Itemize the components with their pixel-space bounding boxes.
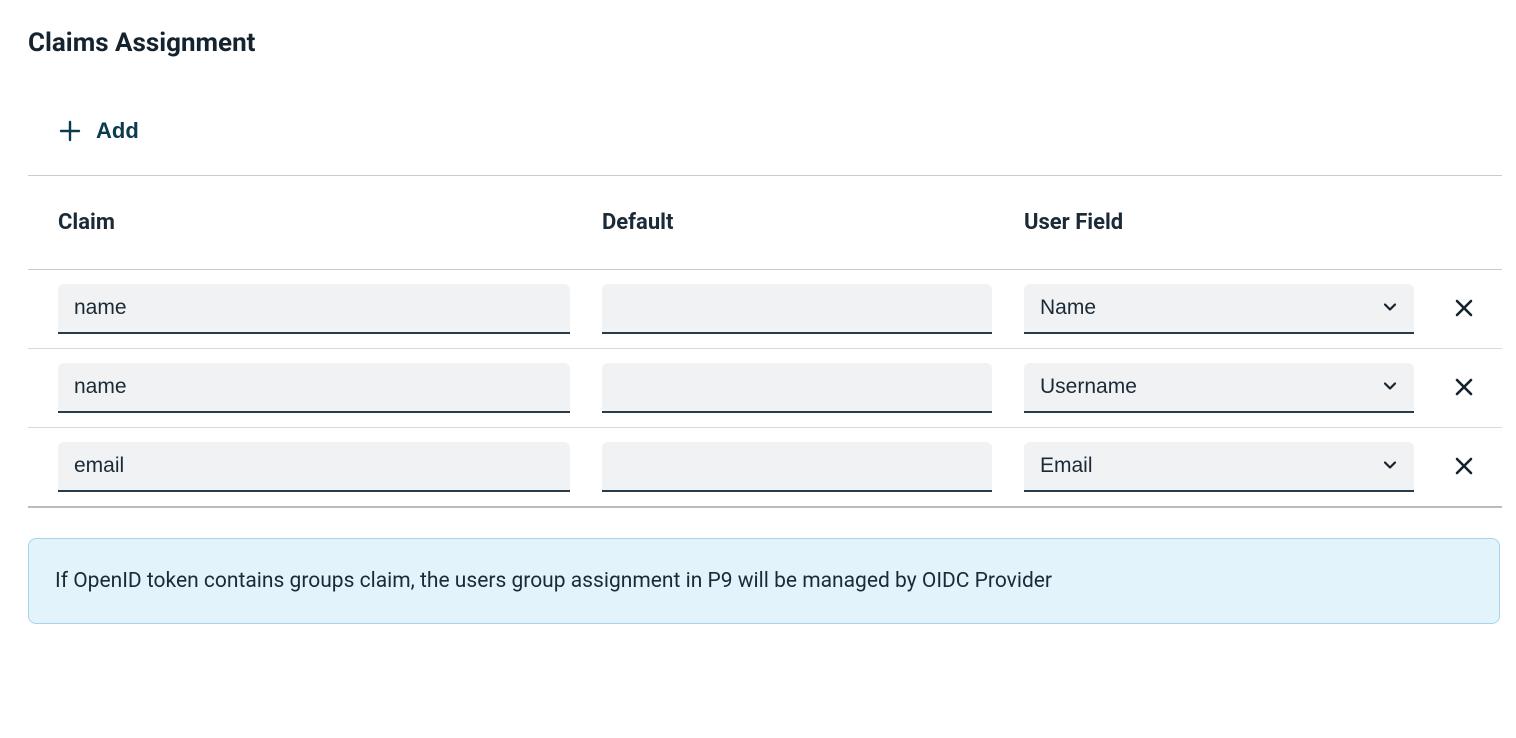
add-button[interactable]: Add	[58, 118, 139, 144]
remove-row-button[interactable]	[1444, 367, 1484, 410]
claim-input[interactable]	[58, 363, 570, 413]
header-default: Default	[602, 210, 1024, 235]
user-field-select[interactable]: Name	[1024, 284, 1414, 334]
plus-icon	[58, 119, 82, 143]
add-bar: Add	[28, 90, 1502, 176]
remove-row-button[interactable]	[1444, 288, 1484, 331]
add-button-label: Add	[96, 118, 139, 144]
info-banner: If OpenID token contains groups claim, t…	[28, 538, 1500, 624]
table-row: Name	[28, 270, 1502, 349]
section-title: Claims Assignment	[28, 28, 1502, 58]
table-header: Claim Default User Field	[28, 176, 1502, 270]
close-icon	[1452, 296, 1476, 323]
remove-row-button[interactable]	[1444, 446, 1484, 489]
user-field-select[interactable]: Username	[1024, 363, 1414, 413]
default-input[interactable]	[602, 363, 992, 413]
header-claim: Claim	[58, 210, 602, 235]
close-icon	[1452, 454, 1476, 481]
claim-input[interactable]	[58, 284, 570, 334]
close-icon	[1452, 375, 1476, 402]
user-field-select[interactable]: Email	[1024, 442, 1414, 492]
table-row: Email	[28, 428, 1502, 508]
table-row: Username	[28, 349, 1502, 428]
claim-input[interactable]	[58, 442, 570, 492]
header-user-field: User Field	[1024, 210, 1424, 235]
default-input[interactable]	[602, 284, 992, 334]
default-input[interactable]	[602, 442, 992, 492]
